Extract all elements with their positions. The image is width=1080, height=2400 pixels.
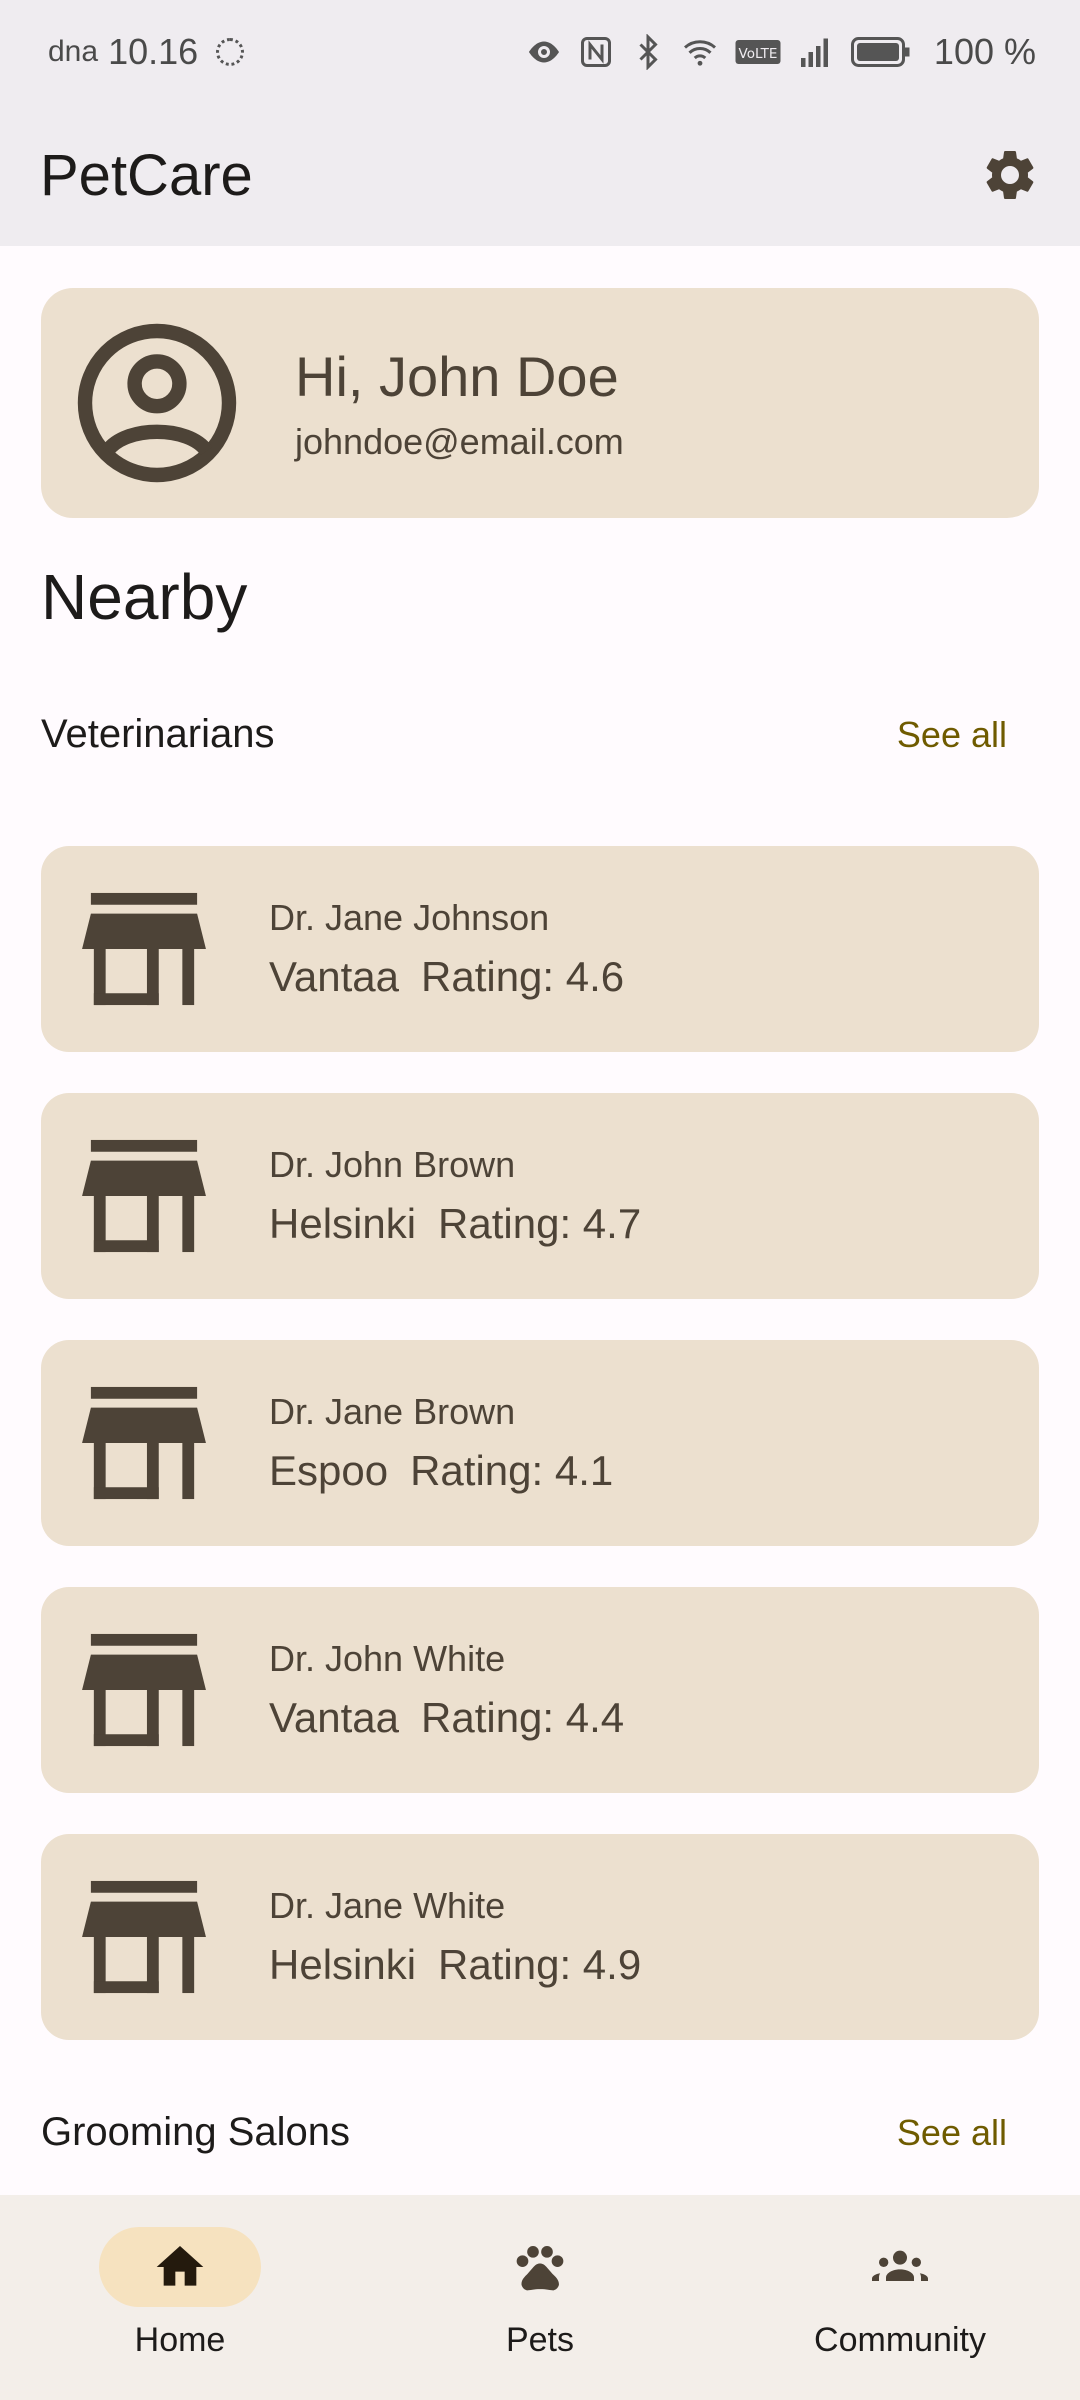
profile-text: Hi, John Doe johndoe@email.com xyxy=(295,344,624,463)
vet-city: Helsinki xyxy=(269,1200,417,1247)
vet-name: Dr. Jane Johnson xyxy=(269,897,550,938)
vet-text: Dr. Jane Johnson Vantaa Rating: 4.6 xyxy=(269,897,624,1001)
app-title: PetCare xyxy=(40,142,253,208)
nav-home-indicator xyxy=(99,2227,261,2307)
bottom-navigation: Home Pets Community xyxy=(0,2195,1080,2400)
groups-icon xyxy=(872,2250,928,2281)
eye-icon xyxy=(528,41,559,63)
nav-community-label: Community xyxy=(814,2321,986,2359)
wifi-icon xyxy=(683,40,716,66)
status-right: VoLTE 100 % xyxy=(526,31,1036,73)
vets-see-all-link[interactable]: See all xyxy=(897,714,1007,756)
grooming-header: Grooming Salons See all xyxy=(41,2110,1039,2155)
vet-rating: Rating: 4.7 xyxy=(438,1200,642,1247)
vet-rating: Rating: 4.4 xyxy=(421,1694,625,1741)
vet-meta: Espoo Rating: 4.1 xyxy=(269,1447,613,1495)
vet-rating: Rating: 4.1 xyxy=(410,1447,614,1494)
vet-card[interactable]: Dr. Jane Johnson Vantaa Rating: 4.6 xyxy=(41,846,1039,1052)
nav-home[interactable]: Home xyxy=(30,2195,330,2360)
clock: 10.16 xyxy=(108,31,199,72)
nav-community[interactable]: Community xyxy=(750,2195,1050,2360)
vet-meta: Helsinki Rating: 4.9 xyxy=(269,1941,641,1989)
vet-city: Vantaa xyxy=(269,953,399,1000)
vet-text: Dr. Jane Brown Espoo Rating: 4.1 xyxy=(269,1391,613,1495)
sync-icon xyxy=(216,38,245,66)
gear-icon[interactable] xyxy=(980,145,1040,205)
profile-greeting: Hi, John Doe xyxy=(295,344,619,408)
vet-name: Dr. Jane Brown xyxy=(269,1391,516,1432)
nfc-icon xyxy=(580,37,611,67)
bluetooth-icon xyxy=(639,34,658,70)
vet-city: Espoo xyxy=(269,1447,389,1494)
nearby-title: Nearby xyxy=(41,561,248,633)
vet-city: Helsinki xyxy=(269,1941,417,1988)
profile-card[interactable]: Hi, John Doe johndoe@email.com xyxy=(41,288,1039,518)
vet-card[interactable]: Dr. Jane Brown Espoo Rating: 4.1 xyxy=(41,1340,1039,1546)
vet-card[interactable]: Dr. John Brown Helsinki Rating: 4.7 xyxy=(41,1093,1039,1299)
vet-card[interactable]: Dr. John White Vantaa Rating: 4.4 xyxy=(41,1587,1039,1793)
store-icon xyxy=(82,1139,206,1253)
paw-icon xyxy=(516,2246,564,2291)
account-circle-icon xyxy=(77,323,237,483)
grooming-label: Grooming Salons xyxy=(41,2110,351,2154)
vet-rating: Rating: 4.9 xyxy=(438,1941,642,1988)
nav-pets-indicator xyxy=(459,2227,621,2307)
vet-name: Dr. John Brown xyxy=(269,1144,516,1185)
vet-city: Vantaa xyxy=(269,1694,399,1741)
nav-home-label: Home xyxy=(134,2321,226,2359)
veterinarians-label: Veterinarians xyxy=(41,712,275,756)
nav-pets-label: Pets xyxy=(505,2321,575,2359)
svg-text:VoLTE: VoLTE xyxy=(738,46,777,62)
nav-pets[interactable]: Pets xyxy=(390,2195,690,2360)
profile-email: johndoe@email.com xyxy=(295,420,624,462)
vet-name: Dr. John White xyxy=(269,1638,506,1679)
vet-meta: Helsinki Rating: 4.7 xyxy=(269,1200,641,1248)
store-icon xyxy=(82,1633,206,1747)
volte-icon: VoLTE xyxy=(735,40,781,64)
grooming-see-all-link[interactable]: See all xyxy=(897,2112,1007,2154)
vet-card[interactable]: Dr. Jane White Helsinki Rating: 4.9 xyxy=(41,1834,1039,2040)
store-icon xyxy=(82,1880,206,1994)
vet-meta: Vantaa Rating: 4.4 xyxy=(269,1694,624,1742)
vet-text: Dr. John Brown Helsinki Rating: 4.7 xyxy=(269,1144,641,1248)
store-icon xyxy=(82,892,206,1006)
status-left: dna 10.16 xyxy=(48,31,245,73)
battery-icon xyxy=(850,37,910,67)
carrier-label: dna xyxy=(48,35,99,68)
vet-rating: Rating: 4.6 xyxy=(421,953,625,1000)
battery-percent: 100 % xyxy=(933,31,1036,72)
veterinarians-header: Veterinarians See all xyxy=(41,712,1039,757)
home-icon xyxy=(156,2246,204,2286)
nav-community-indicator xyxy=(819,2227,981,2307)
signal-icon xyxy=(800,38,828,67)
vet-text: Dr. Jane White Helsinki Rating: 4.9 xyxy=(269,1885,641,1989)
vet-meta: Vantaa Rating: 4.6 xyxy=(269,953,624,1001)
vet-text: Dr. John White Vantaa Rating: 4.4 xyxy=(269,1638,624,1742)
top-app-bar: PetCare xyxy=(0,104,1080,246)
status-bar: dna 10.16 VoLTE 100 % xyxy=(0,0,1080,104)
store-icon xyxy=(82,1386,206,1500)
vet-name: Dr. Jane White xyxy=(269,1885,506,1926)
